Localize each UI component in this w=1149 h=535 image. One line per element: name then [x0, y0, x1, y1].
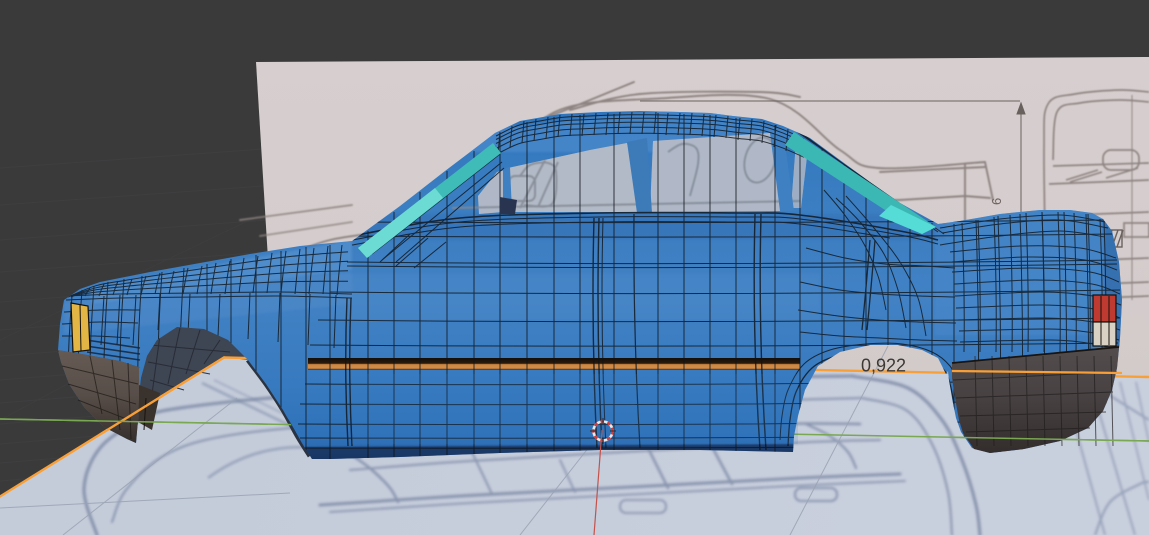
svg-text:6: 6 [989, 198, 1004, 205]
svg-text:0,922: 0,922 [861, 356, 906, 376]
